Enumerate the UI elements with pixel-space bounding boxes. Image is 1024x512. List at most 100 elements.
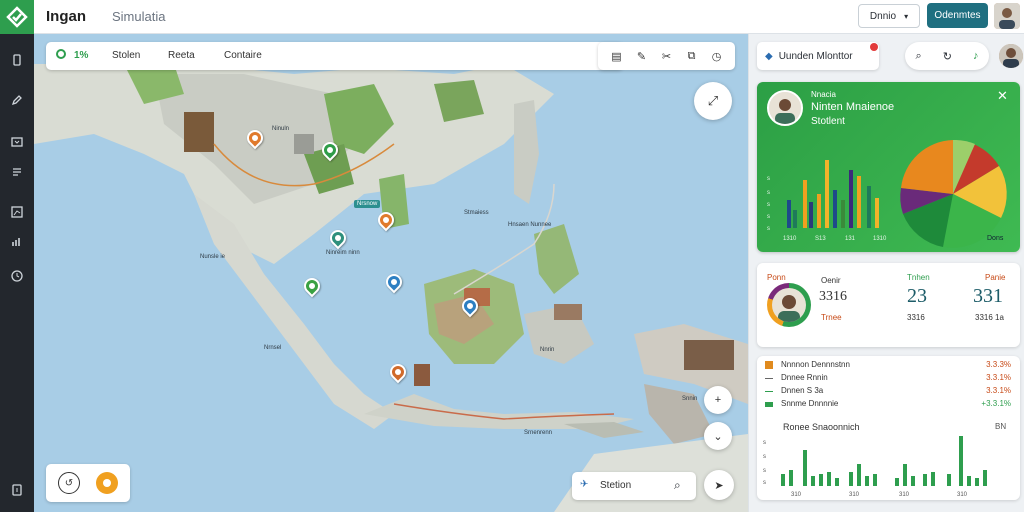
panel-header: ◆ Uunden Mlonttor ⌕ ↻ ♪ xyxy=(757,42,1023,72)
avatar[interactable] xyxy=(999,44,1023,68)
tick-label: 131 xyxy=(845,236,856,242)
plus-icon: + xyxy=(714,394,722,406)
map-label: Nrnsel xyxy=(264,345,282,351)
logo[interactable] xyxy=(0,0,34,34)
search-icon[interactable]: ⌕ xyxy=(674,478,681,493)
tick-label: S13 xyxy=(815,236,826,242)
locate-button[interactable]: ➤ xyxy=(704,470,734,500)
tab-reeta[interactable]: Reeta xyxy=(168,50,195,61)
rail-item-list[interactable] xyxy=(0,158,34,186)
bar xyxy=(975,478,979,486)
list-item-label: Nnnnon Dennnstnn xyxy=(781,360,850,369)
bar xyxy=(835,478,839,486)
app-root: Ingan Simulatia Dnnio ▾ Odenmtes Ninuln … xyxy=(0,0,1024,512)
top-select-label: Dnnio xyxy=(869,10,897,22)
pie-label: Dons xyxy=(987,235,1004,242)
bar xyxy=(849,170,853,228)
map-toolbar: 1% Stolen Reeta Contaire xyxy=(46,42,623,70)
rail-item-history[interactable] xyxy=(0,262,34,290)
rail-item-exit[interactable] xyxy=(0,476,34,504)
list-card: Nnnnon Dennnstnn 3.3.3% Dnnee Rnnin 3.3.… xyxy=(757,356,1020,500)
compass-button[interactable]: ⤢ xyxy=(694,82,732,120)
stat-value: 331 xyxy=(973,285,1003,307)
bar xyxy=(841,200,845,228)
layers-icon[interactable]: ⧉ xyxy=(683,47,701,65)
stat-label: Oenir xyxy=(821,276,841,285)
list-item[interactable]: Nnnnon Dennnstnn 3.3.3% xyxy=(765,360,1015,372)
bar-chart xyxy=(787,160,879,228)
history-button[interactable]: ↺ xyxy=(58,472,80,494)
bar xyxy=(959,436,963,486)
tab-stolen[interactable]: Stolen xyxy=(112,50,140,61)
edit-icon[interactable]: ✎ xyxy=(633,47,651,65)
bar xyxy=(873,474,877,486)
clock-icon[interactable]: ◷ xyxy=(708,47,726,65)
close-icon[interactable]: ✕ xyxy=(997,88,1008,104)
mini-chart-right: BN xyxy=(995,422,1007,431)
line-icon xyxy=(765,374,773,379)
list-item-value: 3.3.1% xyxy=(986,386,1011,395)
list-icon[interactable]: ▤ xyxy=(608,47,626,65)
axis-label: s xyxy=(767,176,770,182)
zoom-out-button[interactable]: ⌄ xyxy=(704,422,732,450)
list-item[interactable]: Dnnee Rnnin 3.3.1% xyxy=(765,373,1015,385)
logo-icon xyxy=(6,6,28,28)
bar xyxy=(875,198,879,228)
axis-label: s xyxy=(767,202,770,208)
toolbar-badge: 1% xyxy=(74,50,89,61)
record-button[interactable] xyxy=(96,472,118,494)
list-item-label: Dnnen S 3a xyxy=(781,386,824,395)
notification-badge xyxy=(870,43,878,51)
report-icon xyxy=(11,206,23,218)
map-search[interactable]: ✈ Stetion ⌕ xyxy=(572,472,696,500)
bar xyxy=(819,474,823,486)
svg-text:s: s xyxy=(763,440,766,446)
record-icon xyxy=(103,479,111,487)
rail-item-edit[interactable] xyxy=(0,86,34,114)
rail-item-inbox[interactable] xyxy=(0,128,34,156)
search-icon[interactable]: ⌕ xyxy=(916,50,922,63)
target-icon[interactable] xyxy=(56,49,66,59)
compass-icon: ⤢ xyxy=(707,93,719,108)
clock-icon xyxy=(11,270,23,282)
bar xyxy=(781,474,785,486)
bar-icon xyxy=(765,402,773,407)
bell-icon[interactable]: ♪ xyxy=(973,50,979,62)
line-icon xyxy=(765,387,773,392)
map-view[interactable]: Ninuln Nrsnow Ninreim ninn Nunsle ie Stm… xyxy=(34,34,748,512)
bar xyxy=(803,450,807,486)
tick-label: 1310 xyxy=(873,236,887,242)
rail-item-analytics[interactable] xyxy=(0,228,34,256)
monitor-chip[interactable]: ◆ Uunden Mlonttor xyxy=(757,42,879,70)
refresh-icon[interactable]: ↻ xyxy=(943,50,952,63)
scissors-icon[interactable]: ✂ xyxy=(658,47,676,65)
chevron-down-icon: ▾ xyxy=(904,11,909,21)
avatar[interactable] xyxy=(994,3,1020,29)
axis-label: s xyxy=(767,226,770,232)
bar xyxy=(811,476,815,486)
pie-slice xyxy=(901,140,953,194)
zoom-in-button[interactable]: + xyxy=(704,386,732,414)
rail-item-reports[interactable] xyxy=(0,198,34,226)
rail-item-devices[interactable] xyxy=(0,46,34,74)
list-item[interactable]: Snnme Dnnnnie +3.3.1% xyxy=(765,399,1015,411)
top-select[interactable]: Dnnio ▾ xyxy=(858,4,920,28)
map-label: Stmaiess xyxy=(464,210,489,216)
svg-text:s: s xyxy=(763,480,766,486)
tab-contaire[interactable]: Contaire xyxy=(224,50,262,61)
chevron-down-icon: ⌄ xyxy=(713,430,723,443)
map-label: Ninreim ninn xyxy=(326,250,360,256)
svg-text:s: s xyxy=(763,468,766,474)
map-controls: ↺ xyxy=(46,464,130,502)
bar xyxy=(983,470,987,486)
primary-button[interactable]: Odenmtes xyxy=(927,3,988,28)
bar xyxy=(857,464,861,486)
list-item[interactable]: Dnnen S 3a 3.3.1% xyxy=(765,386,1015,398)
stat-sub: 3316 1a xyxy=(975,313,1004,322)
bar xyxy=(911,476,915,486)
user-photo-icon xyxy=(999,44,1023,68)
card-name: Stotlent xyxy=(811,116,845,127)
stat-label: Panie xyxy=(985,273,1006,282)
stat-label: Ponn xyxy=(767,273,786,282)
map-tools: ▤ ✎ ✂ ⧉ ◷ xyxy=(598,42,735,70)
